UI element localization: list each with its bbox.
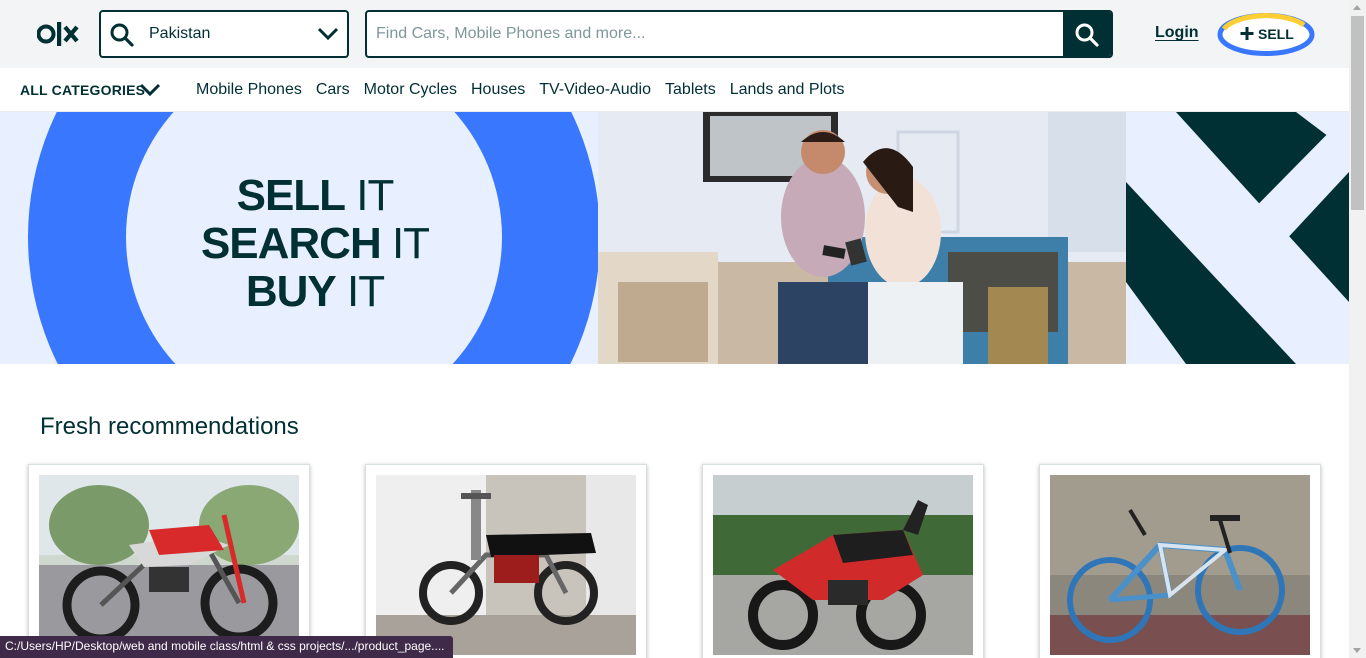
search-input[interactable] [367, 12, 1065, 56]
product-card[interactable] [365, 464, 647, 658]
chevron-down-icon[interactable] [317, 26, 339, 42]
all-categories-button[interactable]: ALL CATEGORIES [20, 82, 145, 98]
search-bar [365, 10, 1113, 58]
category-lands-and-plots[interactable]: Lands and Plots [730, 81, 845, 99]
category-tablets[interactable]: Tablets [665, 81, 716, 99]
category-bar: ALL CATEGORIES Mobile Phones Cars Motor … [0, 68, 1349, 112]
category-links: Mobile Phones Cars Motor Cycles Houses T… [196, 81, 844, 99]
search-icon [110, 23, 134, 47]
search-icon [1075, 23, 1099, 47]
top-header: Pakistan Login SELL [0, 0, 1349, 68]
login-link[interactable]: Login [1155, 24, 1199, 42]
hero-line1-rest: IT [345, 171, 394, 220]
couple-photo-image [598, 112, 1126, 364]
sell-label: SELL [1258, 26, 1294, 42]
location-selector[interactable]: Pakistan [99, 10, 349, 58]
hero-banner[interactable]: SELL IT SEARCH IT BUY IT [0, 112, 1349, 364]
product-card[interactable] [1039, 464, 1321, 658]
chevron-down-icon[interactable] [139, 82, 161, 98]
product-image [376, 475, 636, 655]
hero-line2-bold: SEARCH [200, 219, 382, 268]
page-scrollbar[interactable] [1349, 0, 1366, 658]
olx-logo-icon [36, 22, 79, 46]
bicycle-image [1050, 475, 1310, 655]
category-tv-video-audio[interactable]: TV-Video-Audio [539, 81, 651, 99]
sell-button[interactable]: SELL [1216, 12, 1316, 57]
hero-x-graphic [1126, 112, 1349, 364]
category-motor-cycles[interactable]: Motor Cycles [364, 81, 457, 99]
motorcycle-image [376, 475, 636, 655]
sport-bike-image [713, 475, 973, 655]
hero-slogan: SELL IT SEARCH IT BUY IT [130, 172, 500, 316]
dirt-bike-image [39, 475, 299, 655]
product-image [713, 475, 973, 655]
location-value: Pakistan [149, 25, 211, 42]
scroll-down-arrow-icon[interactable] [1353, 648, 1361, 653]
category-houses[interactable]: Houses [471, 81, 525, 99]
olx-x-mark-icon [1126, 112, 1349, 364]
hero-text-panel: SELL IT SEARCH IT BUY IT [0, 112, 598, 364]
section-title: Fresh recommendations [40, 413, 299, 440]
hero-line2-rest: IT [380, 219, 430, 268]
product-image [1050, 475, 1310, 655]
page: Pakistan Login SELL [0, 0, 1366, 658]
browser-status-bar: C:/Users/HP/Desktop/web and mobile class… [0, 636, 453, 658]
olx-logo[interactable] [36, 19, 83, 49]
hero-photo [598, 112, 1126, 364]
hero-line1-bold: SELL [236, 171, 346, 220]
hero-line3-rest: IT [335, 267, 385, 316]
category-mobile-phones[interactable]: Mobile Phones [196, 81, 302, 99]
search-button[interactable] [1063, 12, 1111, 56]
category-cars[interactable]: Cars [316, 81, 350, 99]
recommendations-list [28, 464, 1328, 658]
product-card[interactable] [702, 464, 984, 658]
product-card[interactable] [28, 464, 310, 658]
product-image [39, 475, 299, 655]
scrollbar-thumb[interactable] [1351, 16, 1364, 210]
hero-line3-bold: BUY [245, 267, 337, 316]
scroll-up-arrow-icon[interactable] [1353, 5, 1361, 10]
